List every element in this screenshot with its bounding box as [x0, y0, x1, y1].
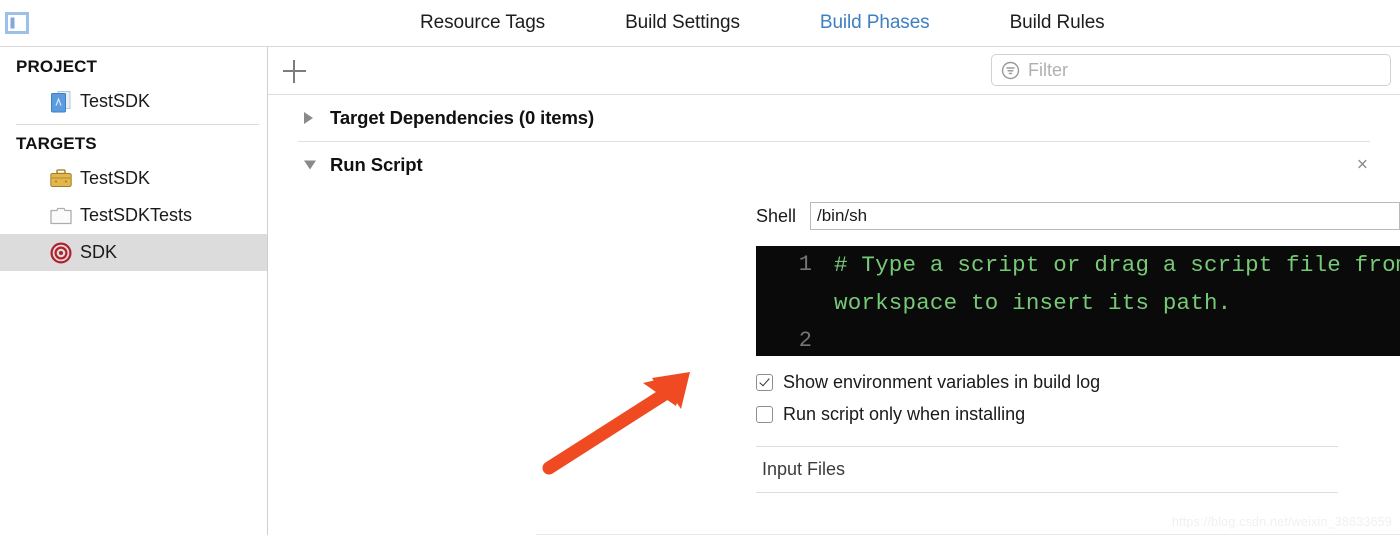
- briefcase-icon: [50, 168, 72, 190]
- target-bullseye-icon: [50, 242, 72, 264]
- panel-toggle-glyph: [5, 12, 29, 34]
- input-files-top-divider: [756, 446, 1338, 447]
- bullseye-glyph: [50, 242, 72, 263]
- tab-list: Resource Tags Build Settings Build Phase…: [380, 0, 1145, 46]
- project-targets-sidebar: PROJECT TestSDK TARGETS TestSDK TestSDKT…: [0, 47, 268, 535]
- add-build-phase-button[interactable]: [280, 57, 308, 85]
- sidebar-item-project-testsdk[interactable]: TestSDK: [0, 83, 267, 120]
- code-line: 2: [756, 322, 1400, 356]
- checkbox-row-run-when-installing: Run script only when installing: [756, 398, 1400, 430]
- run-script-body: Shell /bin/sh 1 # Type a script or drag …: [268, 202, 1400, 493]
- script-code-editor[interactable]: 1 # Type a script or drag a script file …: [756, 246, 1400, 356]
- sidebar-item-target-testsdktests[interactable]: TestSDKTests: [0, 197, 267, 234]
- phases-toolbar: Filter: [268, 47, 1400, 95]
- filter-input[interactable]: Filter: [991, 54, 1391, 86]
- build-phases-content: Filter Target Dependencies (0 items) Run…: [268, 47, 1400, 535]
- input-files-bottom-divider: [756, 492, 1338, 493]
- sidebar-group-project: PROJECT: [16, 57, 97, 76]
- phase-title: Target Dependencies (0 items): [330, 107, 595, 128]
- sidebar-item-label: SDK: [80, 242, 118, 262]
- sidebar-panel-toggle-icon[interactable]: [4, 10, 30, 36]
- remove-phase-button[interactable]: ×: [1357, 156, 1368, 175]
- shell-label: Shell: [756, 205, 797, 226]
- xcode-build-phases-window: Resource Tags Build Settings Build Phase…: [0, 0, 1400, 535]
- checkbox-label: Show environment variables in build log: [783, 371, 1101, 392]
- checkbox-row-show-env: Show environment variables in build log: [756, 366, 1400, 398]
- phase-header-run-script[interactable]: Run Script ×: [268, 142, 1400, 188]
- disclosure-triangle-expanded-icon[interactable]: [304, 160, 316, 170]
- phase-title: Run Script: [330, 154, 423, 175]
- disclosure-triangle-collapsed-icon[interactable]: [304, 112, 313, 124]
- sidebar-item-target-testsdk[interactable]: TestSDK: [0, 160, 267, 197]
- sidebar-item-label: TestSDK: [80, 91, 151, 111]
- top-tab-bar: Resource Tags Build Settings Build Phase…: [0, 0, 1400, 47]
- watermark-text: https://blog.csdn.net/weixin_38633659: [1171, 515, 1392, 529]
- checkbox-show-environment-variables[interactable]: [756, 373, 773, 391]
- phase-header-target-dependencies[interactable]: Target Dependencies (0 items): [268, 95, 1400, 141]
- tab-build-phases[interactable]: Build Phases: [780, 0, 970, 46]
- sidebar-item-target-sdk[interactable]: SDK: [0, 234, 267, 271]
- tab-build-settings[interactable]: Build Settings: [585, 0, 780, 46]
- xcode-project-icon: [50, 90, 72, 113]
- shell-input[interactable]: /bin/sh: [810, 202, 1400, 230]
- code-line-text: # Type a script or drag a script file fr…: [834, 252, 1400, 316]
- xcode-project-glyph: [51, 90, 71, 112]
- sidebar-item-label: TestSDKTests: [80, 205, 193, 225]
- test-bundle-glyph: [50, 207, 72, 225]
- filter-placeholder: Filter: [1028, 59, 1068, 80]
- tab-resource-tags[interactable]: Resource Tags: [380, 0, 585, 46]
- build-phase-list: Target Dependencies (0 items) Run Script…: [268, 95, 1400, 493]
- checkbox-run-script-only-when-installing[interactable]: [756, 405, 773, 423]
- shell-row: Shell /bin/sh: [268, 202, 1400, 230]
- briefcase-glyph: [50, 169, 72, 187]
- line-number: 2: [798, 328, 812, 353]
- test-bundle-icon: [50, 205, 72, 227]
- input-files-header[interactable]: Input Files: [762, 459, 1400, 480]
- code-line: 1 # Type a script or drag a script file …: [756, 246, 1400, 322]
- line-number: 1: [798, 252, 812, 277]
- filter-icon: [1001, 61, 1020, 79]
- sidebar-group-targets: TARGETS: [16, 134, 97, 153]
- checkbox-label: Run script only when installing: [783, 403, 1026, 424]
- tab-build-rules[interactable]: Build Rules: [970, 0, 1145, 46]
- sidebar-item-label: TestSDK: [80, 168, 151, 188]
